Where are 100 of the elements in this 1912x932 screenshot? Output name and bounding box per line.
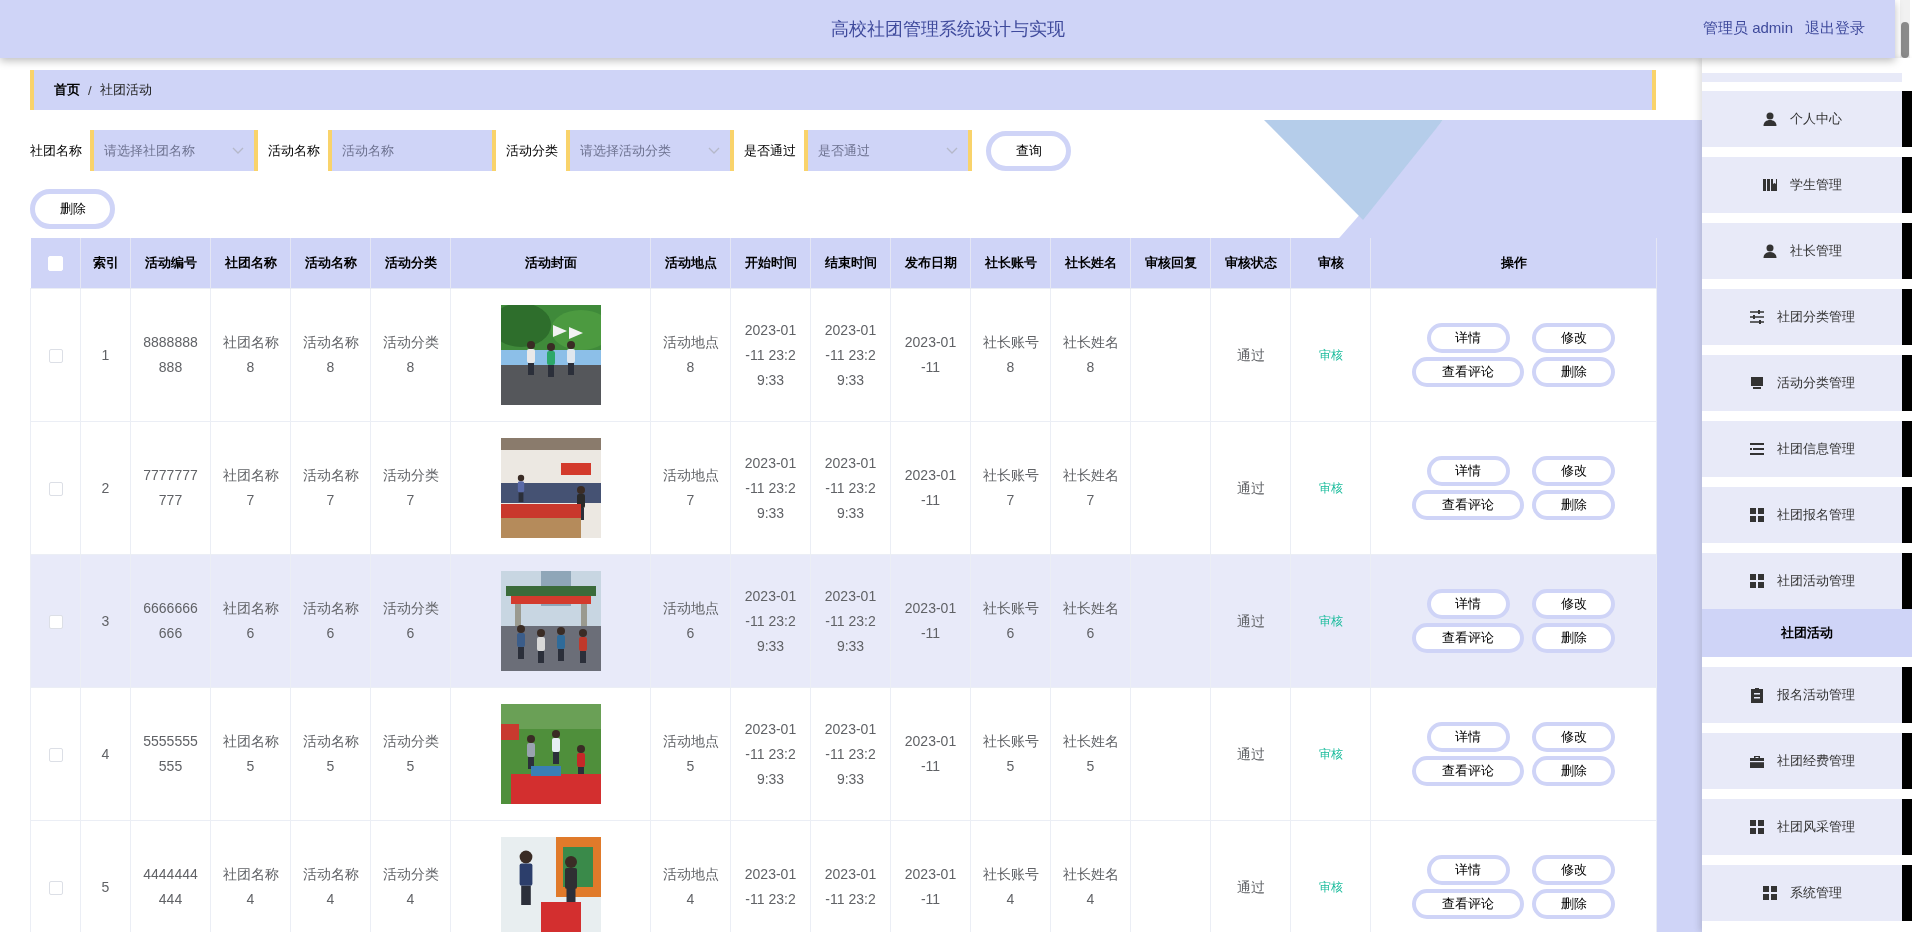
logout-link[interactable]: 退出登录 [1805, 19, 1865, 38]
action-button[interactable]: 查看评论 [1412, 756, 1524, 786]
action-button[interactable]: 修改 [1532, 323, 1615, 353]
table-cell: 社长账号8 [970, 288, 1051, 422]
action-button[interactable]: 详情 [1426, 855, 1510, 885]
table-cell: 社长账号5 [970, 687, 1051, 821]
table-cell: 活动地点6 [650, 554, 731, 688]
book-icon [1762, 177, 1778, 193]
action-button[interactable]: 修改 [1532, 589, 1615, 619]
action-button[interactable]: 删除 [1532, 889, 1615, 919]
action-button[interactable]: 查看评论 [1412, 889, 1524, 919]
table-row[interactable]: 1 8888888888 社团名称8 活动名称8 活动分类8 活动地点8 2023-01-11 23:29:33 2023-01-11 23:29:33 2023-01-11 社长账号8 社长姓名8 通过 审核 详情 修改 查看评论 删除 [30, 288, 1657, 422]
table-row[interactable]: 3 6666666666 社团名称6 活动名称6 活动分类6 活动地点6 2023-01-11 23:29:33 2023-01-11 23:29:33 2023-01-11 社长账号6 社长姓名6 通过 审核 详情 修改 查看评论 删除 [30, 554, 1657, 688]
column-header: 活动编号 [130, 238, 211, 289]
row-checkbox[interactable] [48, 481, 63, 496]
select-field[interactable]: 请选择活动分类 [566, 130, 734, 171]
table-cell: 2023-01-11 23:29:33 [810, 687, 891, 821]
action-button[interactable]: 删除 [1532, 756, 1615, 786]
action-button[interactable]: 详情 [1426, 456, 1510, 486]
menu-item[interactable]: 报名活动管理 [1702, 667, 1912, 723]
action-button[interactable]: 查看评论 [1412, 357, 1524, 387]
table-cell: 8888888888 [130, 288, 211, 422]
breadcrumb-current: 社团活动 [99, 81, 152, 99]
table-cell: 社长姓名5 [1050, 687, 1131, 821]
grid-icon [1749, 819, 1765, 835]
briefcase-icon [1749, 753, 1765, 769]
menu-item[interactable]: 社团信息管理 [1702, 421, 1912, 477]
table-cell: 活动分类8 [370, 288, 451, 422]
column-header: 社团名称 [210, 238, 291, 289]
row-checkbox[interactable] [48, 747, 63, 762]
search-button[interactable]: 查询 [986, 130, 1071, 171]
row-checkbox[interactable] [48, 348, 63, 363]
field-label: 社团名称 [30, 141, 82, 160]
menu-item[interactable]: 系统管理 [1702, 865, 1912, 921]
table-cell: 7777777777 [130, 421, 211, 555]
menu-item[interactable] [1702, 73, 1902, 82]
table-row[interactable]: 5 4444444444 社团名称4 活动名称4 活动分类4 活动地点4 2023-01-11 23:2 2023-01-11 23:2 2023-01-11 社长账号4 社长姓名4 通过 审核 详情 修改 查看评论 删除 [30, 820, 1657, 932]
table-cell: 活动名称8 [290, 288, 371, 422]
menu-item[interactable]: 社团报名管理 [1702, 487, 1912, 543]
scrollbar[interactable] [1900, 0, 1910, 60]
user-label: 管理员 admin [1702, 19, 1793, 38]
monitor-icon [1749, 375, 1765, 391]
column-header: 审核状态 [1210, 238, 1291, 289]
action-button[interactable]: 修改 [1532, 855, 1615, 885]
table-cell: 活动分类5 [370, 687, 451, 821]
row-checkbox[interactable] [48, 880, 63, 895]
column-header: 社长姓名 [1050, 238, 1131, 289]
column-header: 开始时间 [730, 238, 811, 289]
table-cell: 社长姓名6 [1050, 554, 1131, 688]
table-cell: 2023-01-11 [890, 288, 971, 422]
delete-button[interactable]: 删除 [30, 189, 115, 229]
menu-item[interactable]: 学生管理 [1702, 157, 1912, 213]
menu-item[interactable]: 社团风采管理 [1702, 799, 1912, 855]
column-header: 社长账号 [970, 238, 1051, 289]
user-icon [1762, 243, 1778, 259]
action-button[interactable]: 修改 [1532, 722, 1615, 752]
table-cell: 通过 [1210, 288, 1291, 422]
action-button[interactable]: 查看评论 [1412, 623, 1524, 653]
table-cell: 活动地点7 [650, 421, 731, 555]
column-header: 活动封面 [450, 238, 651, 289]
breadcrumb-link[interactable]: 首页 [54, 81, 80, 99]
table-row[interactable]: 4 5555555555 社团名称5 活动名称5 活动分类5 活动地点5 2023-01-11 23:29:33 2023-01-11 23:29:33 2023-01-11 社长账号5 社长姓名5 通过 审核 详情 修改 查看评论 删除 [30, 687, 1657, 821]
submenu-item[interactable]: 社团活动 [1702, 609, 1912, 657]
menu-item[interactable]: 社长管理 [1702, 223, 1912, 279]
table-cell: 社团名称8 [210, 288, 291, 422]
table-cell: 2023-01-11 23:29:33 [810, 288, 891, 422]
table-cell: 2023-01-11 [890, 687, 971, 821]
chevron-down-icon [946, 147, 958, 155]
column-header: 审核回复 [1130, 238, 1211, 289]
menu-item[interactable]: 社团分类管理 [1702, 289, 1912, 345]
menu-item[interactable]: 社团经费管理 [1702, 733, 1912, 789]
table-cell: 活动名称6 [290, 554, 371, 688]
breadcrumb-separator: / [88, 82, 92, 98]
select-field[interactable]: 是否通过 [804, 130, 972, 171]
action-button[interactable]: 查看评论 [1412, 490, 1524, 520]
menu-item[interactable]: 个人中心 [1702, 91, 1912, 147]
grid-icon [1749, 507, 1765, 523]
menu-item[interactable]: 活动分类管理 [1702, 355, 1912, 411]
table-cell: 活动名称7 [290, 421, 371, 555]
table-cell: 2023-01-11 23:29:33 [810, 421, 891, 555]
action-button[interactable]: 删除 [1532, 623, 1615, 653]
action-button[interactable]: 详情 [1426, 722, 1510, 752]
menu-item[interactable]: 社团活动管理 [1702, 553, 1912, 609]
grid-icon [1762, 885, 1778, 901]
select-all-checkbox[interactable] [47, 256, 63, 272]
action-button[interactable]: 删除 [1532, 490, 1615, 520]
row-checkbox[interactable] [48, 614, 63, 629]
table-row[interactable]: 2 7777777777 社团名称7 活动名称7 活动分类7 活动地点7 2023-01-11 23:29:33 2023-01-11 23:29:33 2023-01-11 社长账号7 社长姓名7 通过 审核 详情 修改 查看评论 删除 [30, 421, 1657, 555]
table-cell: 活动分类6 [370, 554, 451, 688]
action-button[interactable]: 详情 [1426, 323, 1510, 353]
table-cell: 活动地点8 [650, 288, 731, 422]
chevron-down-icon [708, 147, 720, 155]
action-button[interactable]: 修改 [1532, 456, 1615, 486]
action-button[interactable]: 删除 [1532, 357, 1615, 387]
table-cell: 2023-01-11 23:29:33 [730, 288, 811, 422]
table-cell: 2023-01-11 23:29:33 [730, 687, 811, 821]
input-field[interactable]: 活动名称 [328, 130, 496, 171]
select-field[interactable]: 请选择社团名称 [90, 130, 258, 171]
table-cell: 社长账号6 [970, 554, 1051, 688]
action-button[interactable]: 详情 [1426, 589, 1510, 619]
